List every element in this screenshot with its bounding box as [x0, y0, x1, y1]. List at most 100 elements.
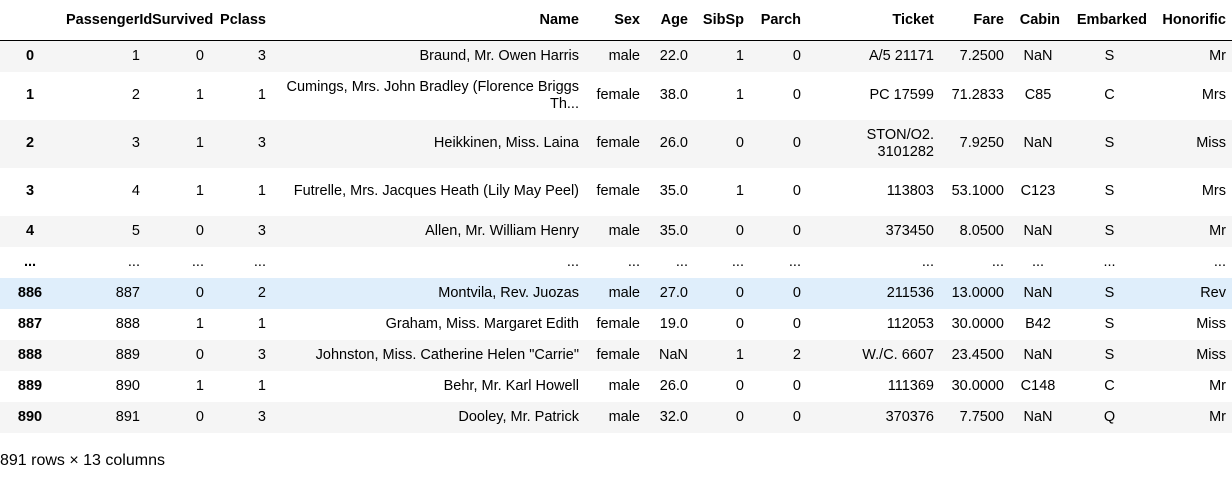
row-index: 2 [25, 135, 35, 151]
cell-sex: ... [627, 253, 640, 270]
cell-embarked: Q [1103, 408, 1116, 425]
column-header-fare: Fare [940, 0, 1010, 41]
cell-ticket: ... [921, 253, 934, 270]
cell-passengerid: 4 [131, 183, 140, 199]
cell-embarked: S [1104, 135, 1115, 151]
cell-survived: 1 [195, 315, 204, 332]
column-header-parch: Parch [750, 0, 807, 41]
cell-parch: 0 [792, 87, 801, 103]
cell-name: Graham, Miss. Margaret Edith [385, 315, 579, 332]
cell-fare: 30.0000 [951, 315, 1004, 332]
cell-sex: male [608, 222, 640, 239]
table-row: 1 2 1 1 Cumings, Mrs. John Bradley (Florence… [0, 72, 1232, 120]
column-header-embarked: Embarked [1066, 0, 1153, 41]
cell-passengerid: 888 [115, 315, 140, 332]
cell-age: 35.0 [659, 183, 688, 199]
cell-passengerid: ... [127, 253, 140, 270]
cell-embarked: S [1104, 183, 1115, 199]
column-header-pclass: Pclass [210, 0, 272, 41]
cell-parch: ... [788, 253, 801, 270]
cell-parch: 0 [792, 222, 801, 239]
cell-cabin: NaN [1023, 222, 1053, 239]
cell-parch: 2 [792, 346, 801, 363]
cell-fare: 13.0000 [951, 284, 1004, 301]
cell-cabin: NaN [1023, 408, 1053, 425]
dataframe-output: PassengerId Survived Pclass Name Sex Age… [0, 0, 1232, 484]
cell-ticket: W./C. 6607 [862, 346, 934, 363]
cell-age: 38.0 [659, 87, 688, 103]
column-header-cabin: Cabin [1010, 0, 1066, 41]
cell-passengerid: 891 [115, 408, 140, 425]
row-index: 888 [17, 346, 43, 363]
cell-ticket: 112053 [886, 315, 934, 332]
cell-ticket: PC 17599 [869, 87, 935, 103]
cell-fare: 30.0000 [951, 377, 1004, 394]
row-index: 887 [17, 315, 43, 332]
cell-parch: 0 [792, 183, 801, 199]
cell-honorific: Mr [1209, 408, 1226, 425]
cell-cabin: B42 [1025, 315, 1051, 332]
cell-parch: 0 [792, 47, 801, 64]
cell-embarked: S [1104, 222, 1115, 239]
table-body: 0 1 0 3 Braund, Mr. Owen Harris male 22.0 1 0 A/5… [0, 40, 1232, 433]
cell-pclass: 3 [257, 222, 266, 239]
table-row: 0 1 0 3 Braund, Mr. Owen Harris male 22.0 1 0 A/5… [0, 40, 1232, 72]
cell-honorific: Mr [1209, 222, 1226, 239]
cell-survived: 1 [195, 377, 204, 394]
column-header-index [0, 0, 60, 41]
table-row: 2 3 1 3 Heikkinen, Miss. Laina female 26.0 0 0 ST… [0, 119, 1232, 168]
cell-sibsp: 1 [735, 183, 744, 199]
row-index: 889 [17, 377, 43, 394]
column-header-passengerid: PassengerId [60, 0, 152, 41]
row-index: 1 [25, 87, 35, 103]
table-row: 3 4 1 1 Futrelle, Mrs. Jacques Heath (Lily M… [0, 168, 1232, 216]
table-row: 886 887 0 2 Montvila, Rev. Juozas male 27.0 0 0 2… [0, 277, 1232, 309]
cell-embarked: C [1104, 87, 1115, 103]
cell-name: Dooley, Mr. Patrick [458, 408, 579, 425]
cell-sibsp: 0 [735, 377, 744, 394]
cell-ticket: 111369 [887, 377, 934, 394]
cell-survived: 1 [195, 135, 204, 151]
cell-fare: 7.2500 [959, 47, 1004, 64]
cell-sex: male [608, 47, 640, 64]
shape-summary: 891 rows × 13 columns [0, 452, 165, 469]
cell-age: 27.0 [659, 284, 688, 301]
cell-honorific: Mrs [1201, 183, 1226, 199]
cell-name: Cumings, Mrs. John Bradley (Florence Bri… [286, 78, 579, 112]
cell-sibsp: 1 [735, 346, 744, 363]
cell-sibsp: 1 [735, 87, 744, 103]
cell-pclass: 1 [257, 315, 266, 332]
cell-survived: 0 [195, 47, 204, 64]
cell-passengerid: 889 [115, 346, 140, 363]
cell-sex: female [596, 315, 640, 332]
cell-cabin: C85 [1024, 87, 1052, 103]
cell-sex: female [596, 346, 640, 363]
cell-pclass: 3 [257, 346, 266, 363]
dataframe-table: PassengerId Survived Pclass Name Sex Age… [0, 0, 1232, 433]
cell-sibsp: 0 [735, 315, 744, 332]
cell-honorific: ... [1213, 253, 1226, 270]
cell-sibsp: 0 [735, 284, 744, 301]
table-row: 4 5 0 3 Allen, Mr. William Henry male 35.0 0 0 37… [0, 215, 1232, 247]
cell-cabin: NaN [1023, 284, 1053, 301]
table-row: 890 891 0 3 Dooley, Mr. Patrick male 32.0 0 0 370… [0, 401, 1232, 433]
cell-age: 26.0 [659, 377, 688, 394]
cell-cabin: NaN [1023, 47, 1053, 64]
cell-parch: 0 [792, 315, 801, 332]
cell-fare: 23.4500 [951, 346, 1004, 363]
cell-passengerid: 3 [131, 135, 140, 151]
cell-sibsp: 0 [735, 135, 744, 151]
cell-embarked: S [1104, 315, 1115, 332]
cell-passengerid: 1 [131, 47, 140, 64]
cell-pclass: 3 [257, 135, 266, 151]
cell-honorific: Mr [1209, 47, 1226, 64]
cell-age: 32.0 [659, 408, 688, 425]
cell-pclass: 1 [257, 377, 266, 394]
column-header-sibsp: SibSp [694, 0, 750, 41]
cell-fare: 71.2833 [951, 87, 1004, 103]
cell-name: Montvila, Rev. Juozas [438, 284, 579, 301]
cell-age: ... [675, 253, 688, 270]
ellipsis-row: ........................................… [0, 247, 1232, 278]
cell-cabin: C123 [1020, 183, 1056, 199]
table-row: 888 889 0 3 Johnston, Miss. Catherine Helen … [0, 339, 1232, 371]
